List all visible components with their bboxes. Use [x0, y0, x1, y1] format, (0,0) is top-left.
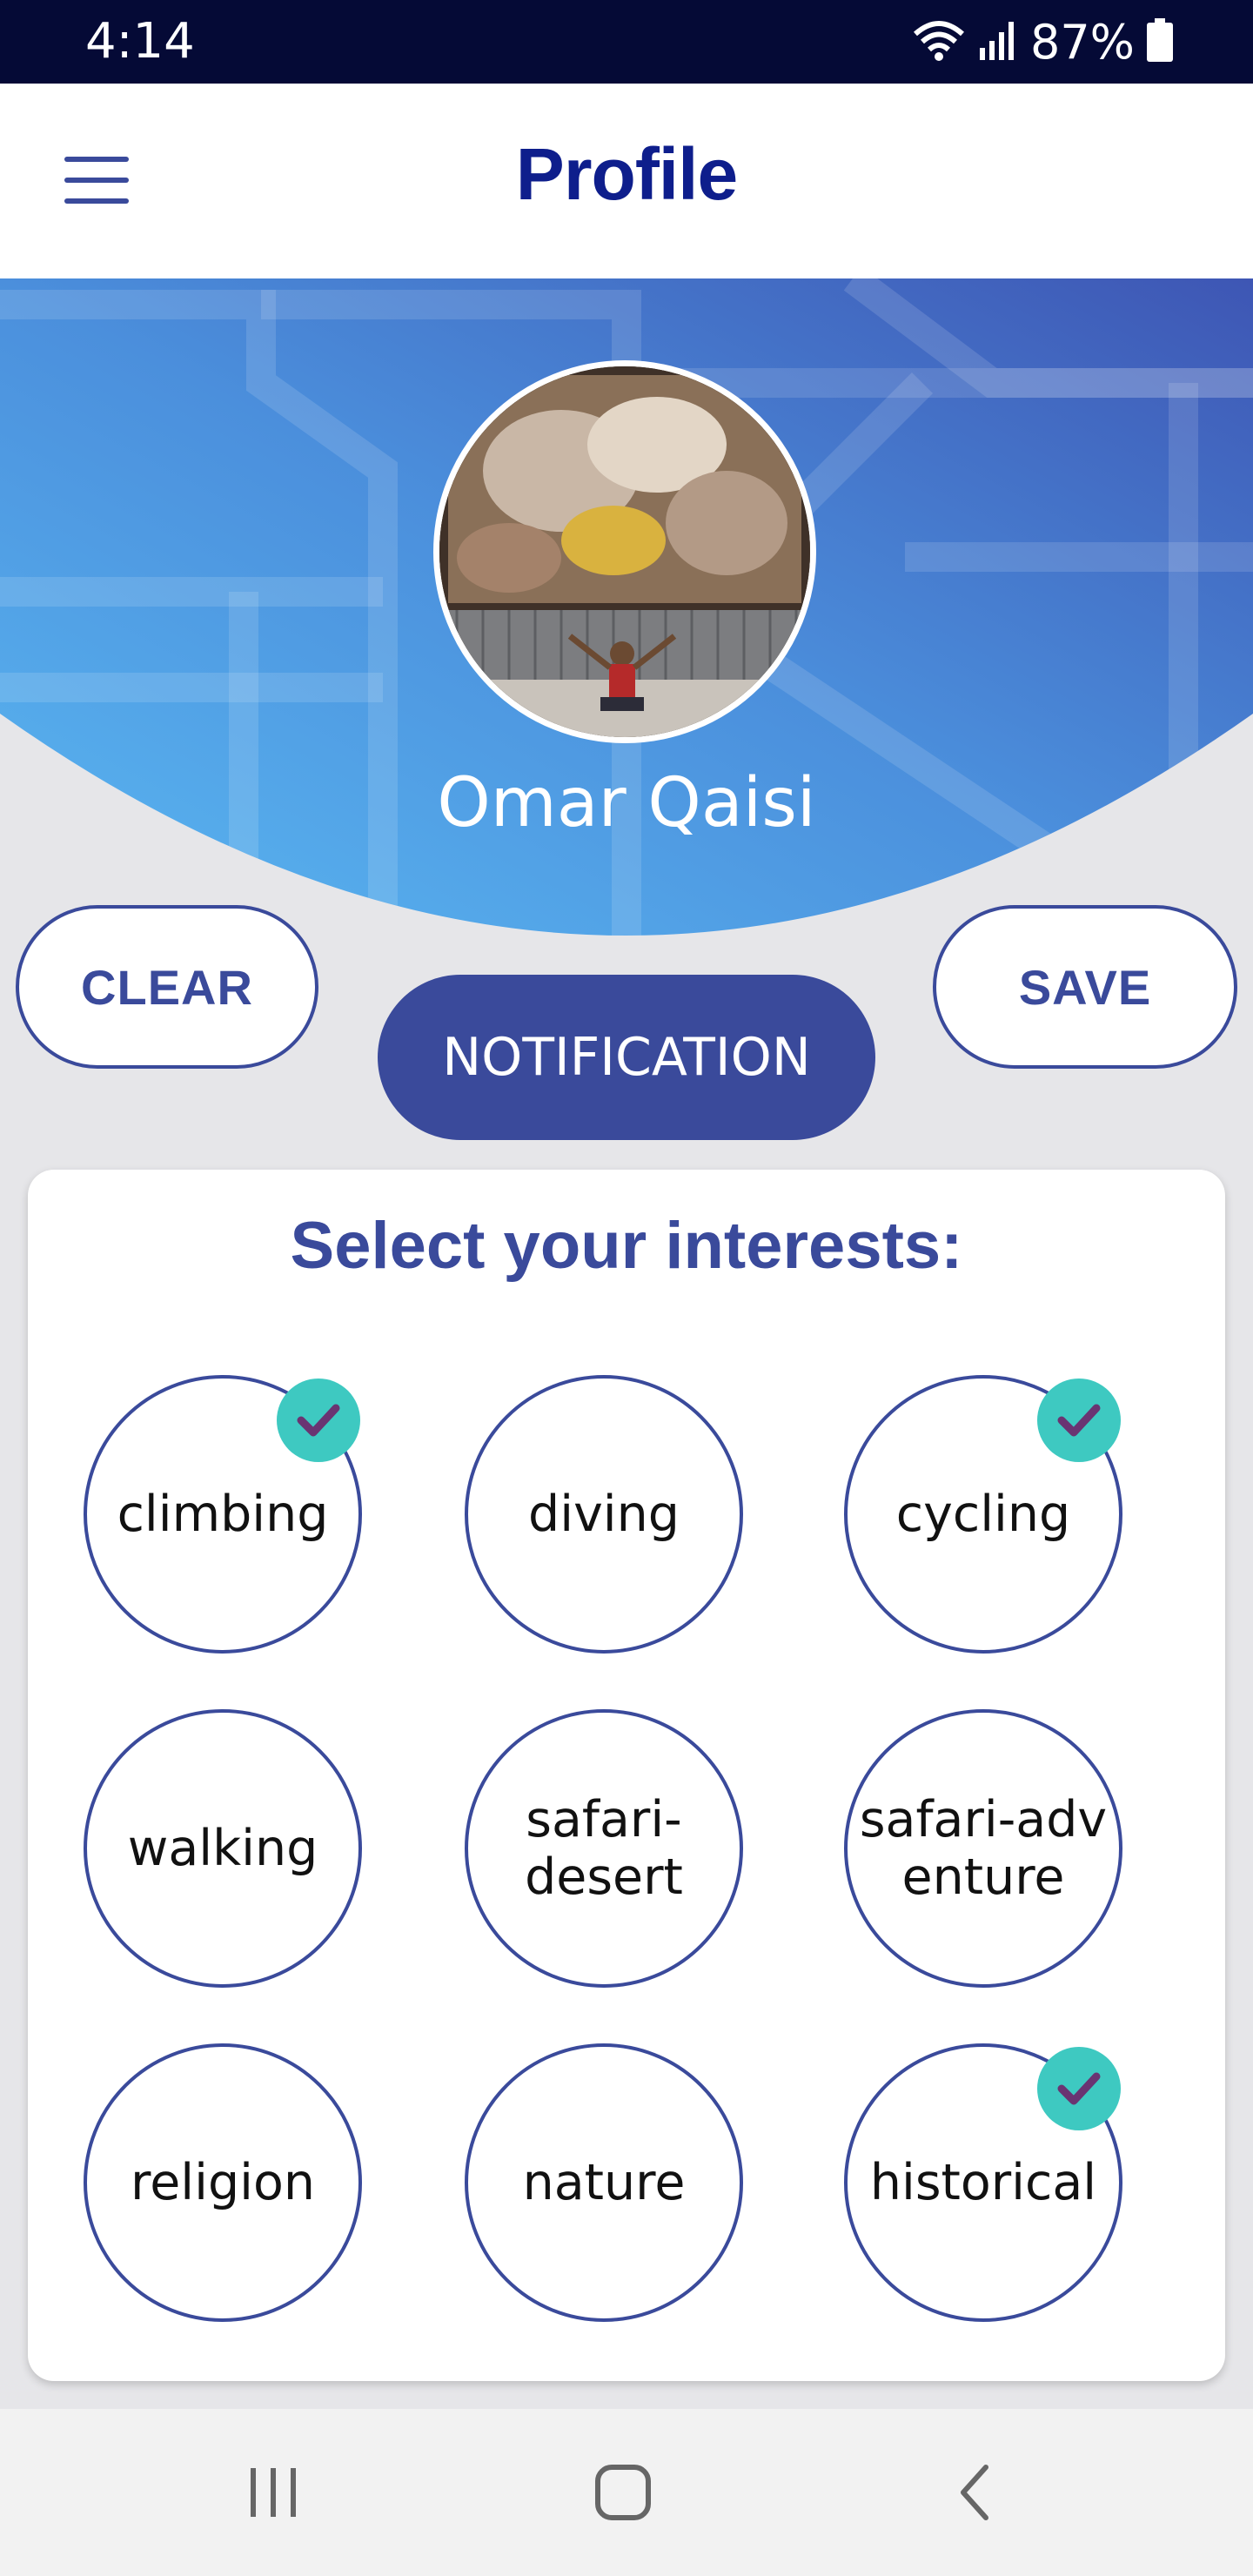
save-button[interactable]: SAVE	[933, 905, 1237, 1069]
wifi-icon	[912, 18, 966, 66]
interest-diving[interactable]: diving	[465, 1375, 743, 1654]
interest-walking[interactable]: walking	[84, 1709, 362, 1988]
interest-label: historical	[869, 2154, 1097, 2211]
interest-religion[interactable]: religion	[84, 2043, 362, 2322]
interests-card: Select your interests: climbing diving c…	[28, 1170, 1225, 2381]
interest-label: safari-desert	[525, 1791, 683, 1906]
status-time: 4:14	[85, 13, 195, 70]
recents-icon[interactable]	[212, 2456, 334, 2529]
battery-icon	[1147, 17, 1173, 66]
notification-button[interactable]: NOTIFICATION	[378, 975, 875, 1140]
interest-safari-adventure[interactable]: safari-adventure	[844, 1709, 1122, 1988]
interests-title: Select your interests:	[290, 1209, 963, 1283]
system-nav-bar	[0, 2409, 1253, 2576]
checkmark-icon	[1037, 1379, 1121, 1462]
interest-label: cycling	[895, 1486, 1071, 1543]
interest-safari-desert[interactable]: safari-desert	[465, 1709, 743, 1988]
interest-label: religion	[131, 2154, 315, 2211]
app-header: Profile	[0, 84, 1253, 278]
interest-label: nature	[522, 2154, 686, 2211]
battery-percentage: 87%	[1029, 14, 1135, 70]
clear-button[interactable]: CLEAR	[16, 905, 318, 1069]
signal-icon	[978, 18, 1018, 66]
interest-label: diving	[528, 1486, 680, 1543]
interest-label: safari-adventure	[859, 1791, 1108, 1906]
status-bar: 4:14 87%	[0, 0, 1253, 84]
interest-nature[interactable]: nature	[465, 2043, 743, 2322]
checkmark-icon	[277, 1379, 360, 1462]
back-icon[interactable]	[914, 2456, 1035, 2529]
home-icon[interactable]	[562, 2456, 684, 2529]
profile-avatar[interactable]	[433, 360, 816, 743]
checkmark-icon	[1037, 2047, 1121, 2130]
interest-label: climbing	[117, 1486, 329, 1543]
status-icons: 87%	[912, 12, 1173, 71]
page-title: Profile	[515, 133, 738, 215]
interest-label: walking	[127, 1820, 318, 1877]
profile-name: Omar Qaisi	[437, 764, 816, 842]
